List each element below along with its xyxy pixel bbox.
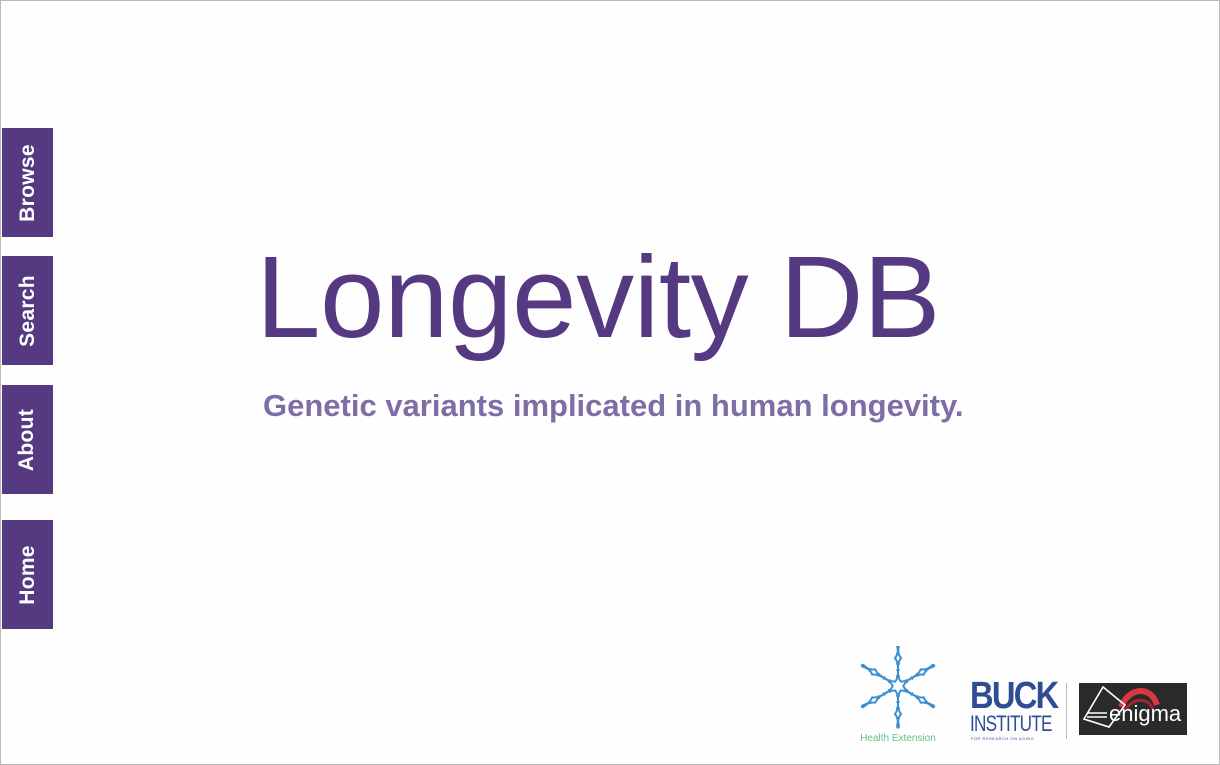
nav-tab-home[interactable]: Home <box>2 520 53 629</box>
nav-tab-about[interactable]: About <box>2 385 53 494</box>
site-tagline: Genetic variants implicated in human lon… <box>263 388 964 423</box>
nav-tab-home-label: Home <box>15 544 39 605</box>
dna-helix-icon <box>860 643 936 729</box>
health-extension-label: Health Extension <box>860 733 936 744</box>
buck-logo-institute: INSTITUTE <box>970 711 1052 736</box>
nav-tab-browse[interactable]: Browse <box>2 128 53 237</box>
health-extension-logo[interactable]: Health Extension <box>852 643 944 744</box>
page-frame <box>0 0 1220 765</box>
buck-logo-word: BUCK <box>970 675 1059 717</box>
svg-text:enigma: enigma <box>1109 701 1182 726</box>
nav-tab-browse-label: Browse <box>15 143 39 222</box>
buck-logo-tagline: FOR RESEARCH ON AGING <box>971 736 1035 741</box>
buck-institute-logo[interactable]: BUCK INSTITUTE FOR RESEARCH ON AGING <box>969 676 1059 741</box>
nav-tab-search-label: Search <box>15 274 39 347</box>
site-title: Longevity DB <box>256 232 940 362</box>
nav-tab-about-label: About <box>15 408 39 471</box>
enigma-logo[interactable]: enigma <box>1079 683 1187 735</box>
logo-divider <box>1066 683 1067 739</box>
enigma-logo-mark: enigma <box>1082 685 1182 728</box>
nav-tab-search[interactable]: Search <box>2 256 53 365</box>
